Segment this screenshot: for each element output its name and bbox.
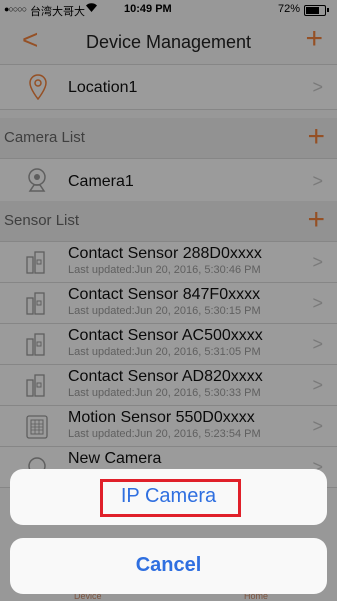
device-management-screen: ●○○○○ 台湾大哥大 10:49 PM 72% < Device Manage…	[0, 0, 337, 601]
cancel-label: Cancel	[135, 554, 202, 576]
highlight-box	[100, 479, 241, 517]
cancel-button[interactable]: Cancel	[10, 538, 327, 594]
